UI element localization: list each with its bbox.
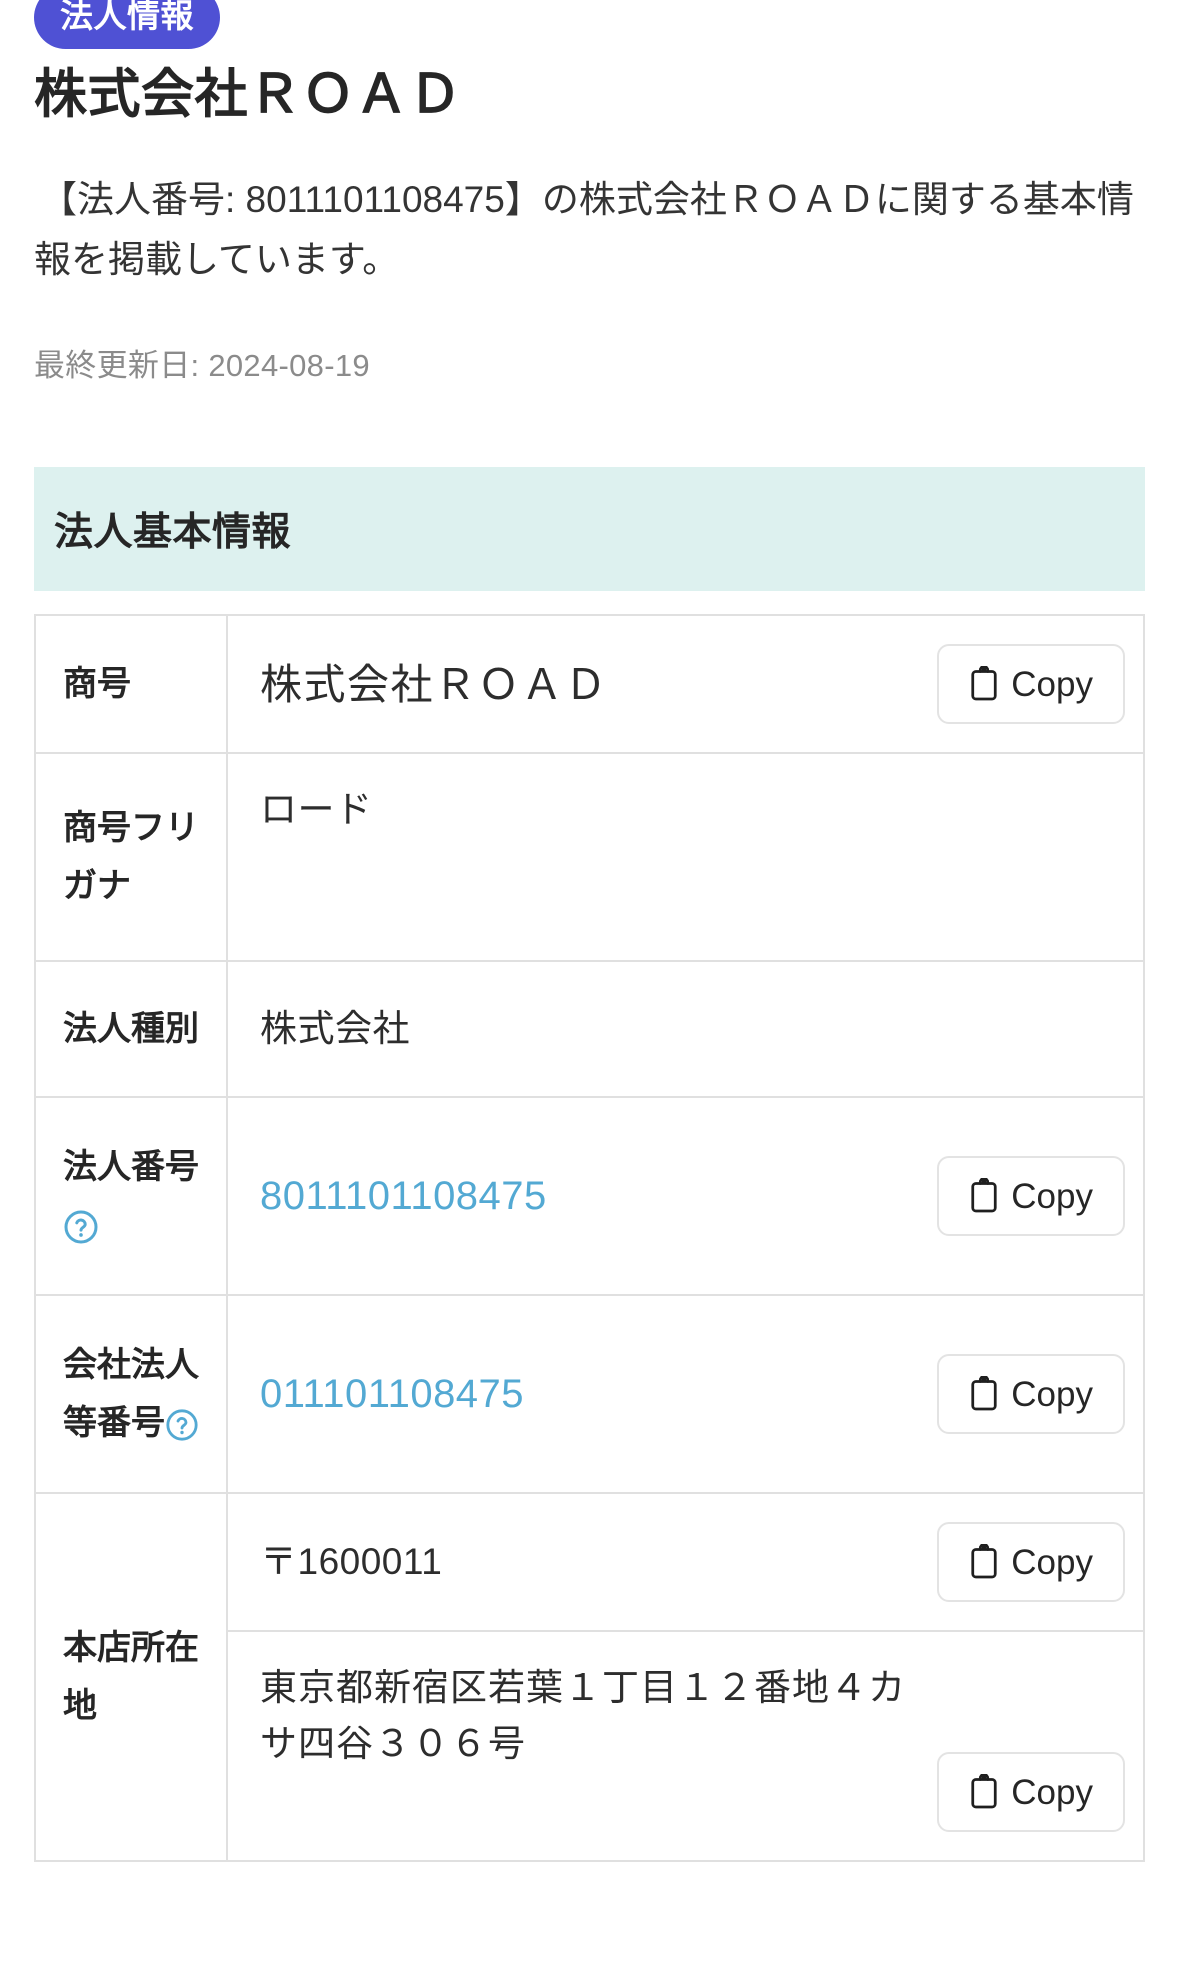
last-updated-label: 最終更新日: 2024-08-19 [34, 348, 370, 384]
row-label-text: 商号 [63, 664, 131, 703]
row-label-corporate-type: 法人種別 [35, 961, 228, 1098]
row-value-company-number: 011101108475 Copy [227, 1295, 1144, 1493]
street-address-row: 東京都新宿区若葉１丁目１２番地４カサ四谷３０６号 Copy [228, 1630, 1143, 1860]
copy-button-label: Copy [1011, 1542, 1093, 1582]
row-value-corporate-type: 株式会社 [227, 961, 1144, 1097]
row-label-text-line2: ガナ [63, 867, 131, 906]
row-label-text-line1: 会社法人 [63, 1345, 199, 1384]
row-value-trade-name: 株式会社ＲＯＡＤ Copy [227, 615, 1144, 753]
row-label-text-line2: 地 [63, 1687, 97, 1726]
table-row: 法人種別 株式会社 [35, 961, 1144, 1098]
row-label-text-line1: 本店所在 [63, 1628, 199, 1667]
table-row: 商号フリ ガナ ロード [35, 753, 1144, 962]
clipboard-icon [969, 1376, 999, 1412]
row-label-text: 法人番号 [63, 1147, 199, 1186]
clipboard-icon [969, 1544, 999, 1580]
postal-code-text: 〒1600011 [260, 1541, 443, 1583]
row-label-text-line1: 商号フリ [63, 808, 199, 847]
section-header-basic-info: 法人基本情報 [34, 467, 1145, 592]
clipboard-icon [969, 1774, 999, 1810]
copy-button-label: Copy [1011, 664, 1093, 704]
badge-row: 法人情報 [34, 0, 1145, 49]
corporate-info-page: 法人情報 株式会社ＲＯＡＤ 【法人番号: 8011101108475】の株式会社… [0, 0, 1179, 1863]
value-text: 株式会社ＲＯＡＤ [260, 660, 609, 708]
clipboard-icon [969, 1178, 999, 1214]
postal-code-row: 〒1600011 Copy [228, 1494, 1143, 1630]
question-circle-icon[interactable] [165, 1408, 199, 1442]
row-label-text: 法人種別 [63, 1009, 199, 1048]
value-text: 株式会社 [260, 1008, 410, 1050]
copy-button[interactable]: Copy [937, 1354, 1125, 1435]
page-title: 株式会社ＲＯＡＤ [34, 65, 462, 124]
row-label-company-number: 会社法人 等番号 [35, 1295, 228, 1494]
table-row: 法人番号 8011101108475 Copy [35, 1097, 1144, 1296]
corporate-basic-info-table: 商号 株式会社ＲＯＡＤ Copy 商号フリ ガナ ロード 法人種別 株式会社 法… [34, 614, 1145, 1863]
table-row: 会社法人 等番号 011101108475 Copy [35, 1295, 1144, 1494]
table-row: 本店所在 地 〒1600011 Copy 東京都新宿区若葉１丁目１２番地４カサ四… [35, 1493, 1144, 1862]
copy-button[interactable]: Copy [937, 644, 1125, 725]
street-address-text: 東京都新宿区若葉１丁目１２番地４カサ四谷３０６号 [260, 1667, 906, 1764]
copy-button-label: Copy [1011, 1374, 1093, 1414]
copy-button[interactable]: Copy [937, 1522, 1125, 1603]
clipboard-icon [969, 666, 999, 702]
value-text: ロード [260, 789, 373, 831]
copy-button[interactable]: Copy [937, 1752, 1125, 1833]
row-value-corporate-number: 8011101108475 Copy [227, 1097, 1144, 1295]
table-row: 商号 株式会社ＲＯＡＤ Copy [35, 615, 1144, 754]
row-value-trade-name-kana: ロード [227, 753, 1144, 961]
category-badge: 法人情報 [34, 0, 220, 49]
copy-button-label: Copy [1011, 1176, 1093, 1216]
copy-button[interactable]: Copy [937, 1156, 1125, 1237]
corporate-number-link[interactable]: 8011101108475 [260, 1166, 923, 1226]
company-number-link[interactable]: 011101108475 [260, 1364, 923, 1424]
copy-button-label: Copy [1011, 1772, 1093, 1812]
row-label-corporate-number: 法人番号 [35, 1097, 228, 1296]
row-label-head-office-address: 本店所在 地 [35, 1493, 228, 1862]
row-label-trade-name-kana: 商号フリ ガナ [35, 753, 228, 962]
row-label-text-line2: 等番号 [63, 1404, 165, 1443]
question-circle-icon[interactable] [63, 1209, 99, 1245]
page-description: 【法人番号: 8011101108475】の株式会社ＲＯＡＤに関する基本情報を掲… [34, 179, 1134, 281]
row-label-trade-name: 商号 [35, 615, 228, 754]
row-value-head-office-address: 〒1600011 Copy 東京都新宿区若葉１丁目１２番地４カサ四谷３０６号 C… [227, 1493, 1144, 1861]
